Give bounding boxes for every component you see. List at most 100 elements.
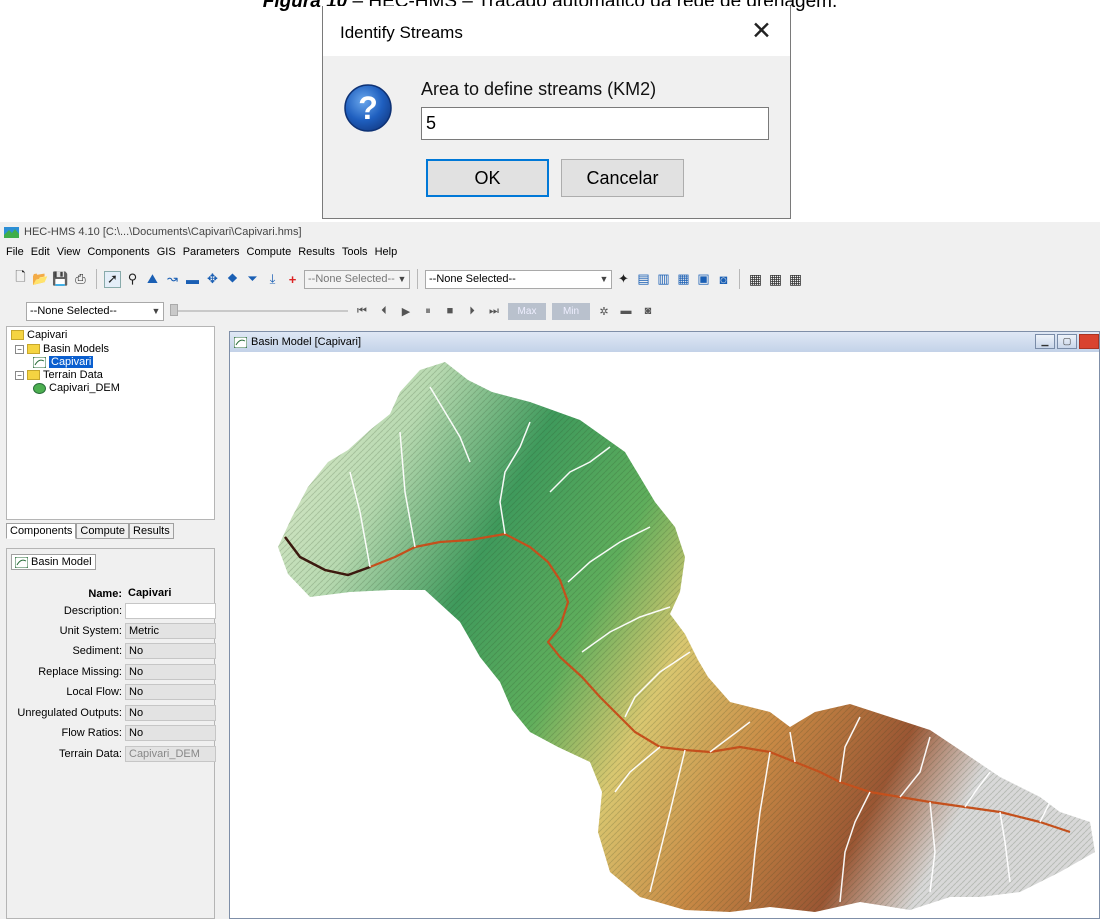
prop-description: Description: <box>7 603 216 619</box>
flow-ratios-select[interactable]: No <box>125 725 216 741</box>
new-file-icon[interactable]: 🗋 <box>12 269 29 288</box>
menu-parameters[interactable]: Parameters <box>183 246 240 258</box>
subbasin-tool-icon[interactable]: ⛰ <box>144 271 161 288</box>
graph-icon[interactable]: ▥ <box>655 271 672 288</box>
junction-tool-icon[interactable]: ✥ <box>204 271 221 288</box>
basin-window-title: Basin Model [Capivari] <box>251 336 362 348</box>
global-summary-icon[interactable]: ▤ <box>635 271 652 288</box>
menu-view[interactable]: View <box>57 246 81 258</box>
prop-flow-ratios: Flow Ratios: No <box>7 725 216 741</box>
reservoir-tool-icon[interactable]: ▬ <box>184 271 201 288</box>
tab-components[interactable]: Components <box>6 523 77 539</box>
grid-icon-1[interactable]: ▦ <box>747 271 764 288</box>
unregulated-outputs-select[interactable]: No <box>125 705 216 721</box>
dialog-title: Identify Streams <box>340 23 463 42</box>
terrain-icon <box>33 382 46 394</box>
ok-button[interactable]: OK <box>426 159 549 197</box>
menu-components[interactable]: Components <box>87 246 149 258</box>
combo1-value: --None Selected-- <box>308 273 395 285</box>
zoom-tool-icon[interactable]: ⚲ <box>124 271 141 288</box>
settings-icon[interactable]: ✲ <box>596 305 612 318</box>
menu-file[interactable]: File <box>6 246 24 258</box>
replace-missing-select[interactable]: No <box>125 664 216 680</box>
menu-tools[interactable]: Tools <box>342 246 368 258</box>
grid-icon-3[interactable]: ▦ <box>787 271 804 288</box>
unit-system-select[interactable]: Metric <box>125 623 216 639</box>
camera-icon[interactable]: ◙ <box>640 305 656 317</box>
terrain-data-select[interactable]: Capivari_DEM <box>125 746 216 762</box>
arrow-tool-icon[interactable]: ➚ <box>104 270 121 288</box>
skip-start-icon[interactable]: ⏮ <box>354 305 370 318</box>
tree-terrain-capivari-dem[interactable]: Capivari_DEM <box>33 382 120 394</box>
min-button[interactable]: Min <box>552 302 590 320</box>
description-field[interactable] <box>125 603 216 619</box>
basin-map[interactable] <box>230 352 1099 918</box>
collapse-icon[interactable]: − <box>15 370 24 380</box>
basin-model-icon <box>33 356 46 368</box>
area-input[interactable] <box>421 107 769 140</box>
cancel-button[interactable]: Cancelar <box>561 159 684 197</box>
grid-icon-2[interactable]: ▦ <box>767 271 784 288</box>
tree-basin-models[interactable]: − Basin Models <box>15 343 109 355</box>
sediment-select[interactable]: No <box>125 643 216 659</box>
tree-basin-capivari[interactable]: Capivari <box>33 356 94 368</box>
max-button[interactable]: Max <box>508 302 546 320</box>
collapse-icon[interactable]: − <box>15 344 24 354</box>
explorer-tabs: Components Compute Results <box>6 523 174 539</box>
prop-name-label: Name: <box>88 588 122 600</box>
tree-root-label: Capivari <box>27 329 68 341</box>
results-icon[interactable]: ◙ <box>715 271 732 288</box>
summary-table-icon[interactable]: ▦ <box>675 271 692 288</box>
play-icon[interactable]: ▶ <box>398 305 414 318</box>
prop-terrain-data-label: Terrain Data: <box>59 748 122 760</box>
prop-replace-missing-label: Replace Missing: <box>38 666 122 678</box>
tab-results[interactable]: Results <box>129 523 174 539</box>
folder-icon <box>27 344 40 354</box>
sink-tool-icon[interactable]: ⤓ <box>264 271 281 288</box>
print-icon[interactable]: ⎙ <box>72 271 89 288</box>
window-close-icon[interactable] <box>1079 334 1099 349</box>
time-series-icon[interactable]: ▣ <box>695 271 712 288</box>
tab-basin-model[interactable]: Basin Model <box>11 554 96 570</box>
prop-unregulated-outputs: Unregulated Outputs: No <box>7 705 216 721</box>
save-icon[interactable]: 💾 <box>52 271 69 288</box>
toolbar-separator <box>739 269 740 289</box>
menu-results[interactable]: Results <box>298 246 335 258</box>
prop-description-label: Description: <box>63 605 122 617</box>
none-selected-combo-1[interactable]: --None Selected-- ▼ <box>304 269 410 289</box>
record-icon[interactable]: ▬ <box>618 305 634 317</box>
local-flow-select[interactable]: No <box>125 684 216 700</box>
toolbar-separator <box>96 269 97 289</box>
none-selected-combo-3[interactable]: --None Selected-- ▼ <box>26 301 164 321</box>
step-forward-icon[interactable]: ⏵ <box>464 305 480 318</box>
prop-sediment-label: Sediment: <box>72 645 122 657</box>
menu-edit[interactable]: Edit <box>31 246 50 258</box>
tree-terrain-data[interactable]: − Terrain Data <box>15 369 103 381</box>
diversion-tool-icon[interactable]: ⯁ <box>224 271 241 288</box>
break-point-tool-icon[interactable]: + <box>284 271 301 288</box>
step-back-icon[interactable]: ⏴ <box>376 305 392 318</box>
menu-help[interactable]: Help <box>375 246 398 258</box>
compute-icon[interactable]: ✦ <box>615 271 632 288</box>
chevron-down-icon: ▼ <box>599 274 609 284</box>
time-slider[interactable] <box>170 304 348 318</box>
menu-gis[interactable]: GIS <box>157 246 176 258</box>
stop-icon[interactable]: ■ <box>442 305 458 317</box>
main-toolbar: 🗋 📂 💾 ⎙ ➚ ⚲ ⛰ ↝ ▬ ✥ ⯁ ⏷ ⤓ + --None Selec… <box>12 268 804 290</box>
skip-end-icon[interactable]: ⏭ <box>486 305 502 318</box>
prop-name: Name: Capivari <box>7 586 216 602</box>
source-tool-icon[interactable]: ⏷ <box>244 271 261 288</box>
close-icon[interactable]: ✕ <box>751 16 772 46</box>
toolbar-separator <box>417 269 418 289</box>
pause-icon[interactable]: ⏸ <box>420 305 436 318</box>
minimize-icon[interactable]: ▁ <box>1035 334 1055 349</box>
prop-unregulated-outputs-label: Unregulated Outputs: <box>17 707 122 719</box>
menu-compute[interactable]: Compute <box>247 246 292 258</box>
question-icon: ? <box>344 84 392 132</box>
reach-tool-icon[interactable]: ↝ <box>164 271 181 288</box>
tree-root[interactable]: Capivari <box>11 329 67 341</box>
none-selected-combo-2[interactable]: --None Selected-- ▼ <box>425 269 612 289</box>
tab-compute[interactable]: Compute <box>76 523 130 539</box>
maximize-icon[interactable]: ▢ <box>1057 334 1077 349</box>
open-folder-icon[interactable]: 📂 <box>32 271 49 288</box>
